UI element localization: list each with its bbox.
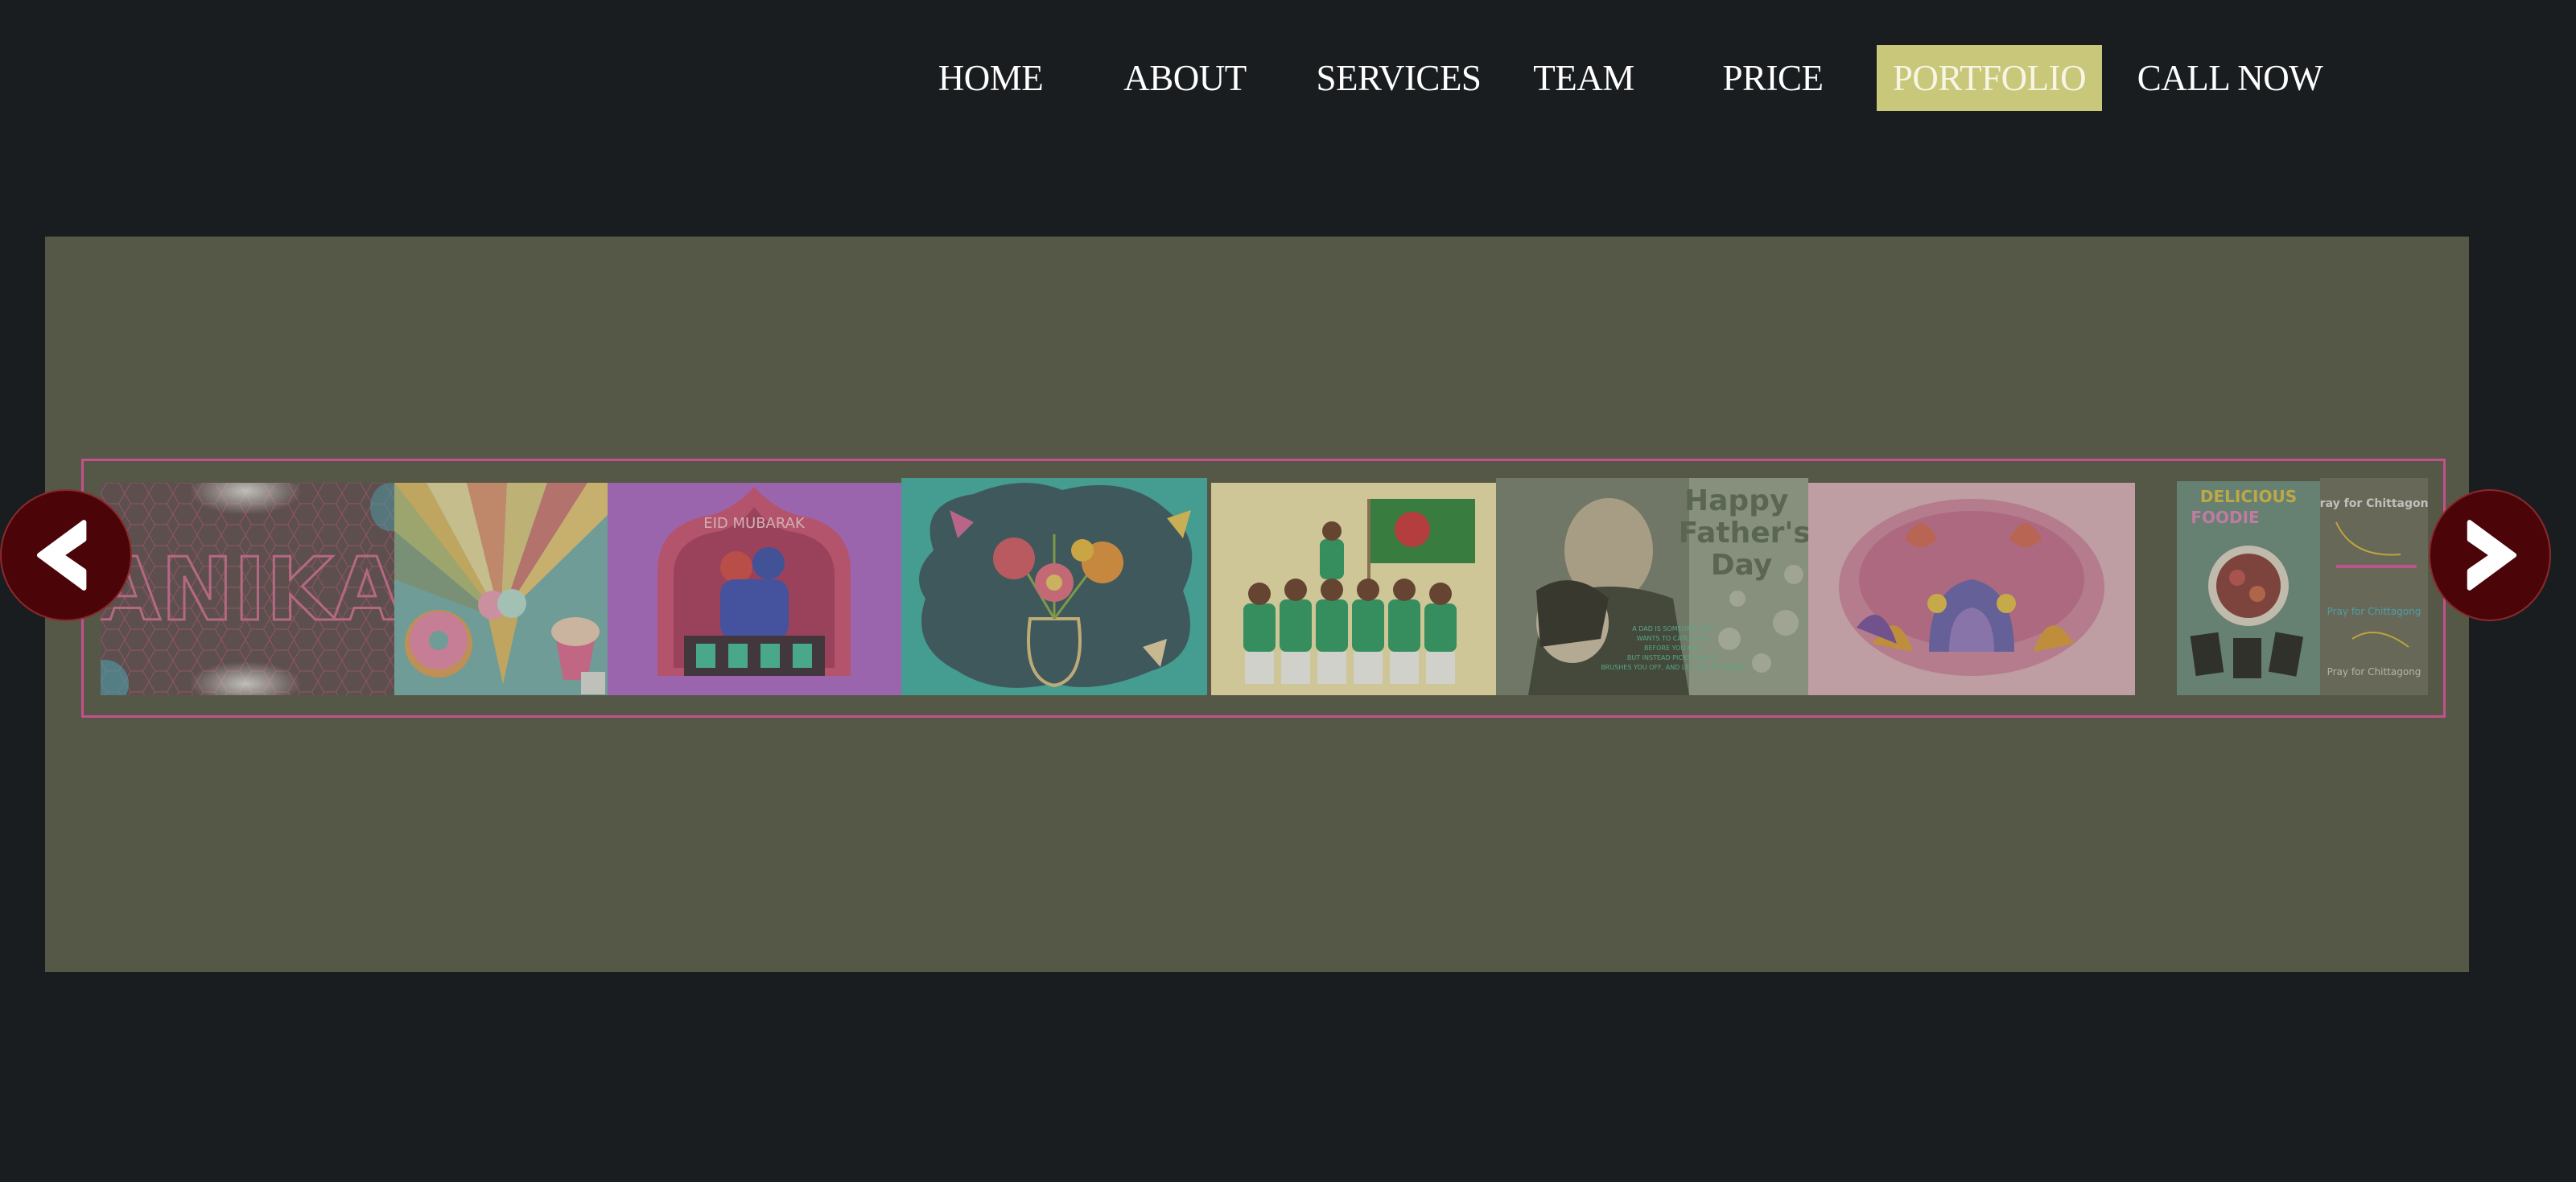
svg-text:BUT INSTEAD PICKS YOU UP,: BUT INSTEAD PICKS YOU UP, [1627,654,1719,661]
pink-house-artwork [1808,483,2135,695]
nav-portfolio[interactable]: PORTFOLIO [1877,45,2102,111]
pray-for-chittagong-artwork: Pray for Chittagong Pray for Chittagong … [2320,478,2428,695]
fathers-day-artwork: Happy Father's Day A DAD IS SOMEONE WHO … [1496,478,1808,695]
svg-text:WANTS TO CATCH YOU: WANTS TO CATCH YOU [1637,635,1710,642]
flower-vase-artwork [901,478,1207,695]
sweets-artwork [394,483,608,695]
foodie-title: DELICIOUS [2200,487,2297,506]
nav-services[interactable]: SERVICES [1310,45,1487,111]
gallery-item-cricket-team[interactable] [1211,483,1496,695]
svg-text:Pray for Chittagong: Pray for Chittagong [2327,606,2421,617]
gallery-item-fathers-day[interactable]: Happy Father's Day A DAD IS SOMEONE WHO … [1496,478,1808,695]
nav-team[interactable]: TEAM [1527,45,1640,111]
svg-text:BRUSHES YOU OFF, AND LET YOU T: BRUSHES YOU OFF, AND LET YOU TRY AGAIN [1601,664,1745,671]
gallery-item-sweets[interactable] [394,483,608,695]
nav-price[interactable]: PRICE [1713,45,1833,111]
gallery-item-anika[interactable]: ANIKA [101,483,394,695]
svg-text:BEFORE YOU FALL: BEFORE YOU FALL [1644,645,1703,652]
eid-mubarak-artwork: EID MUBARAK [608,483,901,695]
cricket-team-artwork [1211,483,1496,695]
nav-home[interactable]: HOME [922,45,1059,111]
anika-artwork: ANIKA [101,483,394,695]
chittagong-title: Pray for Chittagong [2320,497,2428,510]
svg-text:Pray for Chittagong: Pray for Chittagong [2327,666,2421,677]
foodie-subtitle: FOODIE [2191,508,2259,527]
gallery-item-pray-for-chittagong[interactable]: Pray for Chittagong Pray for Chittagong … [2320,478,2428,695]
prev-arrow-button[interactable] [0,489,132,621]
gallery-item-pink-house[interactable] [1808,483,2135,695]
chevron-right-icon [2467,520,2517,591]
gallery-strip: ANIKA EID MUBARAK Happy Father's Day A D… [101,478,2428,695]
svg-text:A DAD IS SOMEONE WHO: A DAD IS SOMEONE WHO [1632,625,1714,632]
svg-text:EID MUBARAK: EID MUBARAK [703,515,806,532]
gallery-item-delicious-foodie[interactable]: DELICIOUS FOODIE [2177,481,2320,695]
nav-call-now[interactable]: CALL NOW [2129,45,2331,111]
next-arrow-button[interactable] [2429,489,2551,621]
portfolio-gallery-panel: ANIKA EID MUBARAK Happy Father's Day A D… [45,237,2469,972]
svg-text:ANIKA: ANIKA [101,540,394,640]
gallery-item-eid-mubarak[interactable]: EID MUBARAK [608,483,901,695]
nav-about[interactable]: ABOUT [1111,45,1259,111]
main-nav: HOME ABOUT SERVICES TEAM PRICE PORTFOLIO… [0,45,2576,111]
delicious-foodie-artwork: DELICIOUS FOODIE [2177,481,2320,695]
chevron-left-icon [36,520,87,591]
gallery-item-flower-vase[interactable] [901,478,1207,695]
